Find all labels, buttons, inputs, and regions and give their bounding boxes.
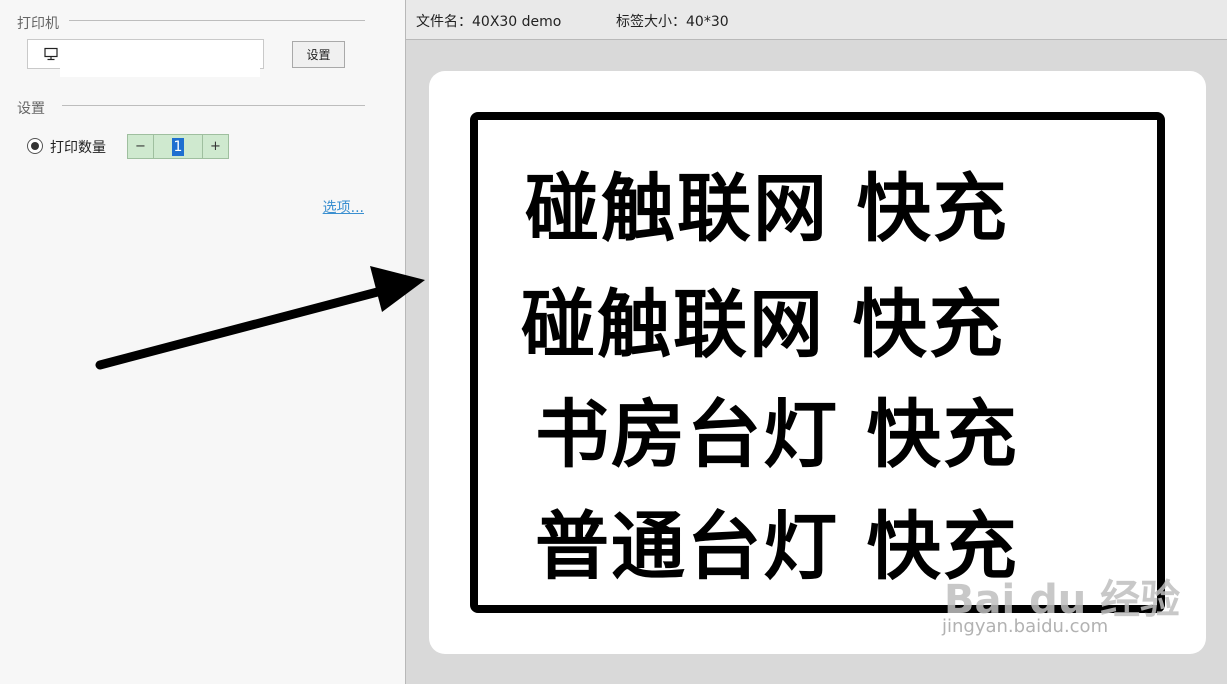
label-size: 标签大小：40*30 xyxy=(616,14,729,30)
printer-setup-button[interactable]: 设置 xyxy=(292,41,345,68)
count-value: 1 xyxy=(171,137,185,156)
label-preview: 碰触联网 快充 碰触联网 快充 书房台灯 快充 普通台灯 快充 Bai du 经… xyxy=(429,71,1206,654)
print-dialog: 打印机 设置 设置 打印数量 − 1 + 选项... 文件名：40X30 dem… xyxy=(0,0,1227,684)
label-line-3: 书房台灯 快充 xyxy=(535,392,1019,478)
watermark-url: jingyan.baidu.com xyxy=(942,616,1109,637)
preview-panel: 文件名：40X30 demo 标签大小：40*30 碰触联网 快充 碰触联网 快… xyxy=(406,0,1227,684)
printer-group-divider xyxy=(69,20,365,21)
settings-group-title: 设置 xyxy=(17,101,45,117)
print-count-stepper[interactable]: − 1 + xyxy=(127,134,229,159)
increment-button[interactable]: + xyxy=(202,135,228,158)
monitor-icon xyxy=(44,47,58,61)
print-count-label: 打印数量 xyxy=(50,140,106,156)
printer-group-title: 打印机 xyxy=(17,16,59,32)
print-settings-panel: 打印机 设置 设置 打印数量 − 1 + 选项... xyxy=(0,0,405,684)
printer-select[interactable] xyxy=(27,39,264,77)
decrement-button[interactable]: − xyxy=(128,135,154,158)
label-info-bar: 文件名：40X30 demo 标签大小：40*30 xyxy=(406,0,1227,40)
count-input[interactable]: 1 xyxy=(154,135,202,158)
label-line-1: 碰触联网 快充 xyxy=(525,166,1009,252)
options-link[interactable]: 选项... xyxy=(323,197,364,217)
settings-group-divider xyxy=(62,105,365,106)
print-count-radio[interactable] xyxy=(27,138,43,154)
printer-name-redacted xyxy=(60,40,260,77)
file-name: 文件名：40X30 demo xyxy=(416,14,562,30)
label-line-2: 碰触联网 快充 xyxy=(521,282,1005,368)
